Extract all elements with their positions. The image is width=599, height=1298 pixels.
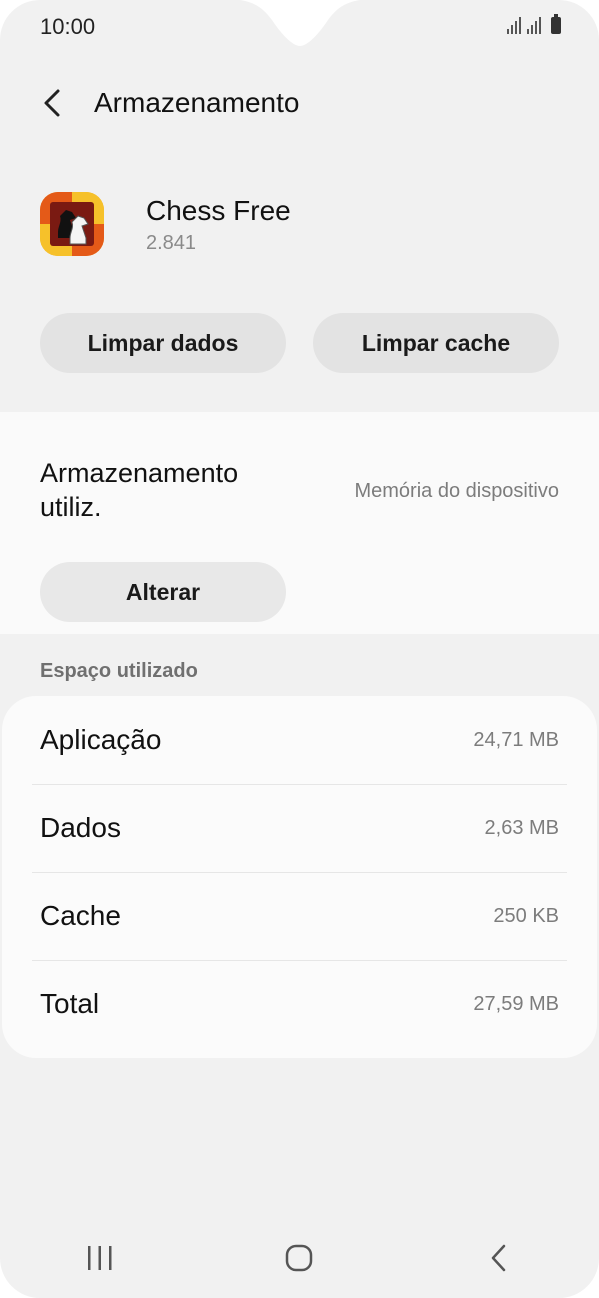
- back-nav-icon: [491, 1244, 506, 1272]
- clear-data-button[interactable]: Limpar dados: [40, 313, 286, 373]
- chess-app-icon: [40, 192, 104, 256]
- usage-row-total: Total 27,59 MB: [2, 960, 597, 1048]
- back-arrow-icon: [44, 89, 60, 117]
- phone-screen: 10:00 Armazenamento Chess Free 2.841 Lim…: [0, 0, 599, 1298]
- home-button[interactable]: [259, 1228, 339, 1288]
- back-button[interactable]: [22, 73, 82, 133]
- storage-used-label: Armazenamento utiliz.: [40, 458, 239, 522]
- usage-row-size: 24,71 MB: [473, 728, 559, 751]
- action-buttons: Limpar dados Limpar cache: [40, 313, 559, 373]
- usage-row-size: 27,59 MB: [473, 992, 559, 1015]
- clear-cache-button[interactable]: Limpar cache: [313, 313, 559, 373]
- usage-row-name: Dados: [40, 812, 121, 843]
- usage-row-size: 2,63 MB: [484, 816, 559, 839]
- app-info: Chess Free 2.841: [40, 192, 291, 256]
- cellular-signal-icon: [507, 16, 521, 34]
- app-version: 2.841: [146, 231, 197, 254]
- status-time: 10:00: [40, 14, 96, 39]
- usage-row-cache: Cache 250 KB: [2, 872, 597, 960]
- navigation-bar: [0, 1218, 599, 1298]
- usage-row-application: Aplicação 24,71 MB: [2, 696, 597, 784]
- camera-notch: [240, 0, 360, 46]
- battery-icon: [551, 14, 561, 34]
- cellular-signal-icon: [527, 16, 541, 34]
- home-icon: [286, 1244, 313, 1272]
- back-nav-button[interactable]: [459, 1228, 539, 1288]
- change-storage-button[interactable]: Alterar: [40, 562, 286, 622]
- recents-button[interactable]: [60, 1228, 140, 1288]
- usage-row-name: Aplicação: [40, 724, 162, 755]
- usage-row-name: Cache: [40, 900, 121, 931]
- status-icons: [507, 14, 561, 34]
- storage-location-value: Memória do dispositivo: [354, 480, 559, 502]
- recents-icon: [87, 1246, 112, 1270]
- usage-row-data: Dados 2,63 MB: [2, 784, 597, 872]
- chess-knight-icon: [40, 192, 104, 256]
- space-used-card: Aplicação 24,71 MB Dados 2,63 MB Cache 2…: [2, 696, 597, 1058]
- section-title-space-used: Espaço utilizado: [40, 660, 198, 682]
- usage-row-size: 250 KB: [493, 904, 559, 927]
- app-header: Armazenamento: [0, 70, 599, 136]
- storage-location-card: Armazenamento utiliz. Memória do disposi…: [0, 412, 599, 634]
- usage-row-name: Total: [40, 988, 100, 1019]
- page-title: Armazenamento: [94, 87, 300, 118]
- app-name: Chess Free: [146, 194, 291, 226]
